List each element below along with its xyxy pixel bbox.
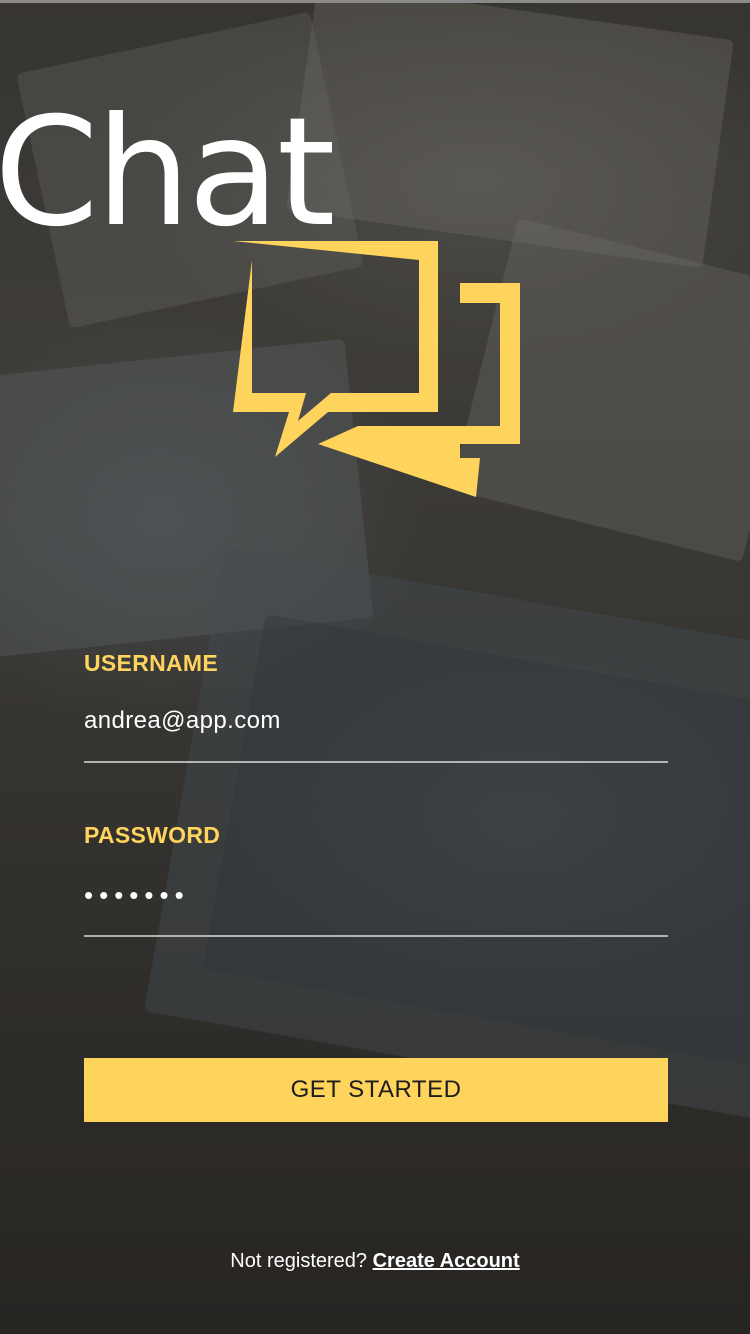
password-underline bbox=[84, 935, 668, 937]
username-field-group: USERNAME bbox=[84, 650, 668, 763]
status-bar-divider bbox=[0, 0, 750, 3]
login-screen: Chat USERNAME PASSWORD GET STARTED Not r… bbox=[0, 0, 750, 1334]
password-label: PASSWORD bbox=[84, 822, 221, 848]
app-title: Chat bbox=[0, 86, 336, 260]
create-account-link[interactable]: Create Account bbox=[373, 1250, 520, 1272]
password-field-group: PASSWORD bbox=[84, 822, 668, 937]
footer: Not registered? Create Account bbox=[0, 1250, 750, 1273]
username-underline bbox=[84, 761, 668, 763]
password-input[interactable] bbox=[84, 875, 668, 915]
get-started-button[interactable]: GET STARTED bbox=[84, 1058, 668, 1122]
username-input[interactable] bbox=[84, 705, 668, 737]
not-registered-text: Not registered? bbox=[230, 1250, 368, 1272]
username-label: USERNAME bbox=[84, 650, 219, 676]
chat-bubbles-icon bbox=[233, 241, 520, 497]
